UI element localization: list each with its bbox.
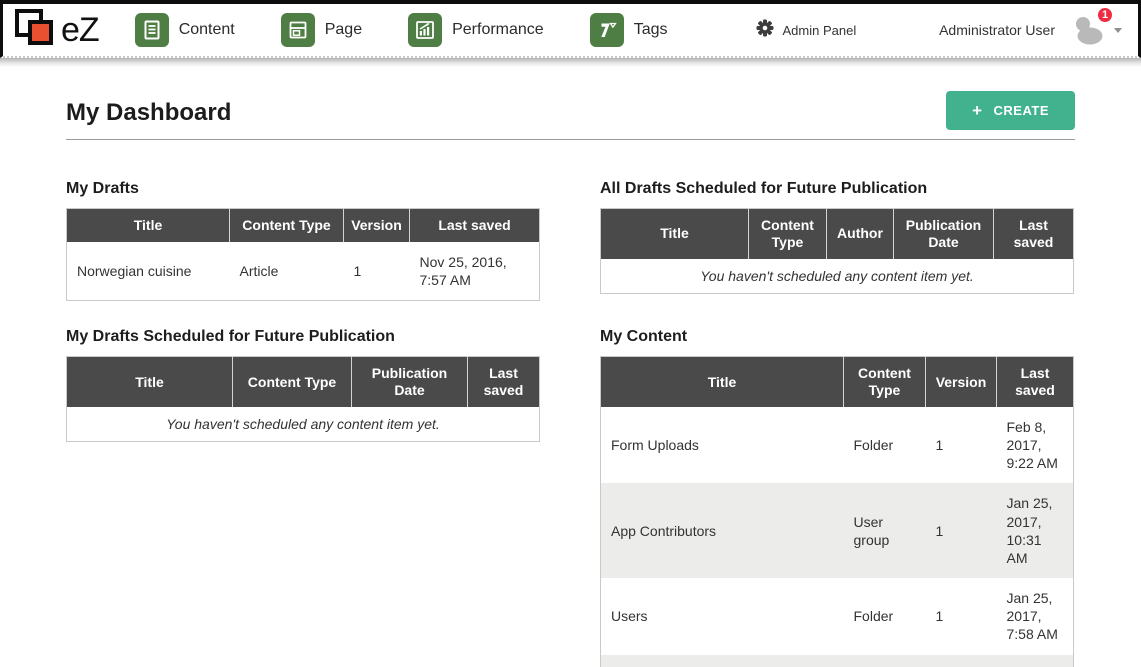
dashboard-main: My Dashboard + CREATE My Drafts TitleCon… [0,67,1141,667]
column-header: Last saved [997,357,1074,407]
ez-logo[interactable]: eZ [13,6,99,55]
table-cell: Article [230,242,344,301]
page-header: My Dashboard + CREATE [66,91,1075,140]
page-title: My Dashboard [66,99,231,127]
empty-row: You haven't scheduled any content item y… [601,259,1074,294]
my-drafts-scheduled-table: TitleContent TypePublication DateLast sa… [66,356,540,442]
top-nav-bar: eZ Content Page [0,0,1141,58]
main-nav: Content Page [135,13,668,47]
column-header: Version [344,209,410,242]
section-title: My Drafts Scheduled for Future Publicati… [66,328,539,346]
table-row[interactable]: Norwegian cuisineArticle1Nov 25, 2016, 7… [67,242,540,301]
table-header-row: TitleContent TypeAuthorPublication DateL… [601,209,1074,259]
performance-icon [408,13,442,47]
nav-item-tags[interactable]: Tags [590,13,668,47]
dashboard-grid: My Drafts TitleContent TypeVersionLast s… [66,180,1075,667]
notification-badge: 1 [1096,6,1114,24]
table-header-row: TitleContent TypeVersionLast saved [601,357,1074,407]
column-header: Version [926,357,997,407]
tags-icon [590,13,624,47]
table-cell: Feb 8, 2017, 9:22 AM [997,407,1074,484]
all-drafts-scheduled-table: TitleContent TypeAuthorPublication DateL… [600,208,1074,294]
column-header: Content Type [230,209,344,242]
table-cell: Users [601,578,844,655]
avatar[interactable]: 1 [1071,15,1105,45]
nav-item-label: Tags [634,21,668,39]
nav-item-page[interactable]: Page [281,13,362,47]
section-my-drafts: My Drafts TitleContent TypeVersionLast s… [66,180,539,301]
table-cell: 1 [926,407,997,484]
empty-message: You haven't scheduled any content item y… [601,259,1074,294]
column-header: Last saved [994,209,1074,259]
section-my-content: My Content TitleContent TypeVersionLast … [600,328,1073,667]
table-cell: Folder [844,407,926,484]
column-header: Content Type [749,209,827,259]
section-my-drafts-scheduled: My Drafts Scheduled for Future Publicati… [66,328,539,667]
column-header: Title [67,357,233,407]
gear-icon [756,19,774,42]
nav-item-label: Content [179,21,235,39]
table-cell: 1 [926,655,997,667]
column-header: Last saved [410,209,540,242]
table-cell: Jan 25, 2017, 7:58 AM [997,578,1074,655]
section-all-drafts-scheduled: All Drafts Scheduled for Future Publicat… [600,180,1073,301]
table-header-row: TitleContent TypePublication DateLast sa… [67,357,540,407]
chevron-down-icon [1114,28,1122,33]
table-cell: App [601,655,844,667]
table-cell: Folder [844,578,926,655]
section-title: My Drafts [66,180,539,198]
nav-item-content[interactable]: Content [135,13,235,47]
empty-message: You haven't scheduled any content item y… [67,407,540,442]
empty-row: You haven't scheduled any content item y… [67,407,540,442]
nav-item-label: Page [325,21,362,39]
table-cell: App Contributors [601,483,844,578]
my-drafts-table: TitleContent TypeVersionLast savedNorweg… [66,208,540,301]
section-title: My Content [600,328,1073,346]
page-icon [281,13,315,47]
nav-item-performance[interactable]: Performance [408,13,544,47]
table-cell: 1 [926,578,997,655]
section-title: All Drafts Scheduled for Future Publicat… [600,180,1073,198]
table-cell: Folder [844,655,926,667]
table-cell: 1 [926,483,997,578]
table-row[interactable]: UsersFolder1Jan 25, 2017, 7:58 AM [601,578,1074,655]
user-menu[interactable]: Administrator User 1 [939,15,1122,45]
table-cell: Form Uploads [601,407,844,484]
ez-logo-icon [13,6,59,55]
nav-shadow-divider [0,58,1141,67]
column-header: Content Type [233,357,352,407]
nav-item-label: Performance [452,21,544,39]
table-cell: Norwegian cuisine [67,242,230,301]
table-cell: Nov 25, 2016, 7:57 AM [410,242,540,301]
column-header: Last saved [468,357,540,407]
plus-icon: + [972,102,982,119]
admin-panel-label: Admin Panel [783,23,857,38]
table-row[interactable]: App ContributorsUser group1Jan 25, 2017,… [601,483,1074,578]
column-header: Title [601,209,749,259]
create-button[interactable]: + CREATE [946,91,1075,130]
table-cell: 1 [344,242,410,301]
admin-panel-button[interactable]: Admin Panel [756,19,857,42]
my-content-table: TitleContent TypeVersionLast savedForm U… [600,356,1074,667]
column-header: Content Type [844,357,926,407]
table-row[interactable]: Form UploadsFolder1Feb 8, 2017, 9:22 AM [601,407,1074,484]
column-header: Title [601,357,844,407]
create-button-label: CREATE [994,103,1049,118]
table-row[interactable]: AppFolder1Jan 25, 2017, 7:55 AM [601,655,1074,667]
table-header-row: TitleContent TypeVersionLast saved [67,209,540,242]
column-header: Publication Date [894,209,994,259]
ez-logo-text: eZ [61,11,99,50]
content-icon [135,13,169,47]
table-cell: Jan 25, 2017, 10:31 AM [997,483,1074,578]
table-cell: User group [844,483,926,578]
column-header: Author [827,209,894,259]
table-cell: Jan 25, 2017, 7:55 AM [997,655,1074,667]
column-header: Publication Date [352,357,468,407]
user-name: Administrator User [939,22,1055,38]
column-header: Title [67,209,230,242]
